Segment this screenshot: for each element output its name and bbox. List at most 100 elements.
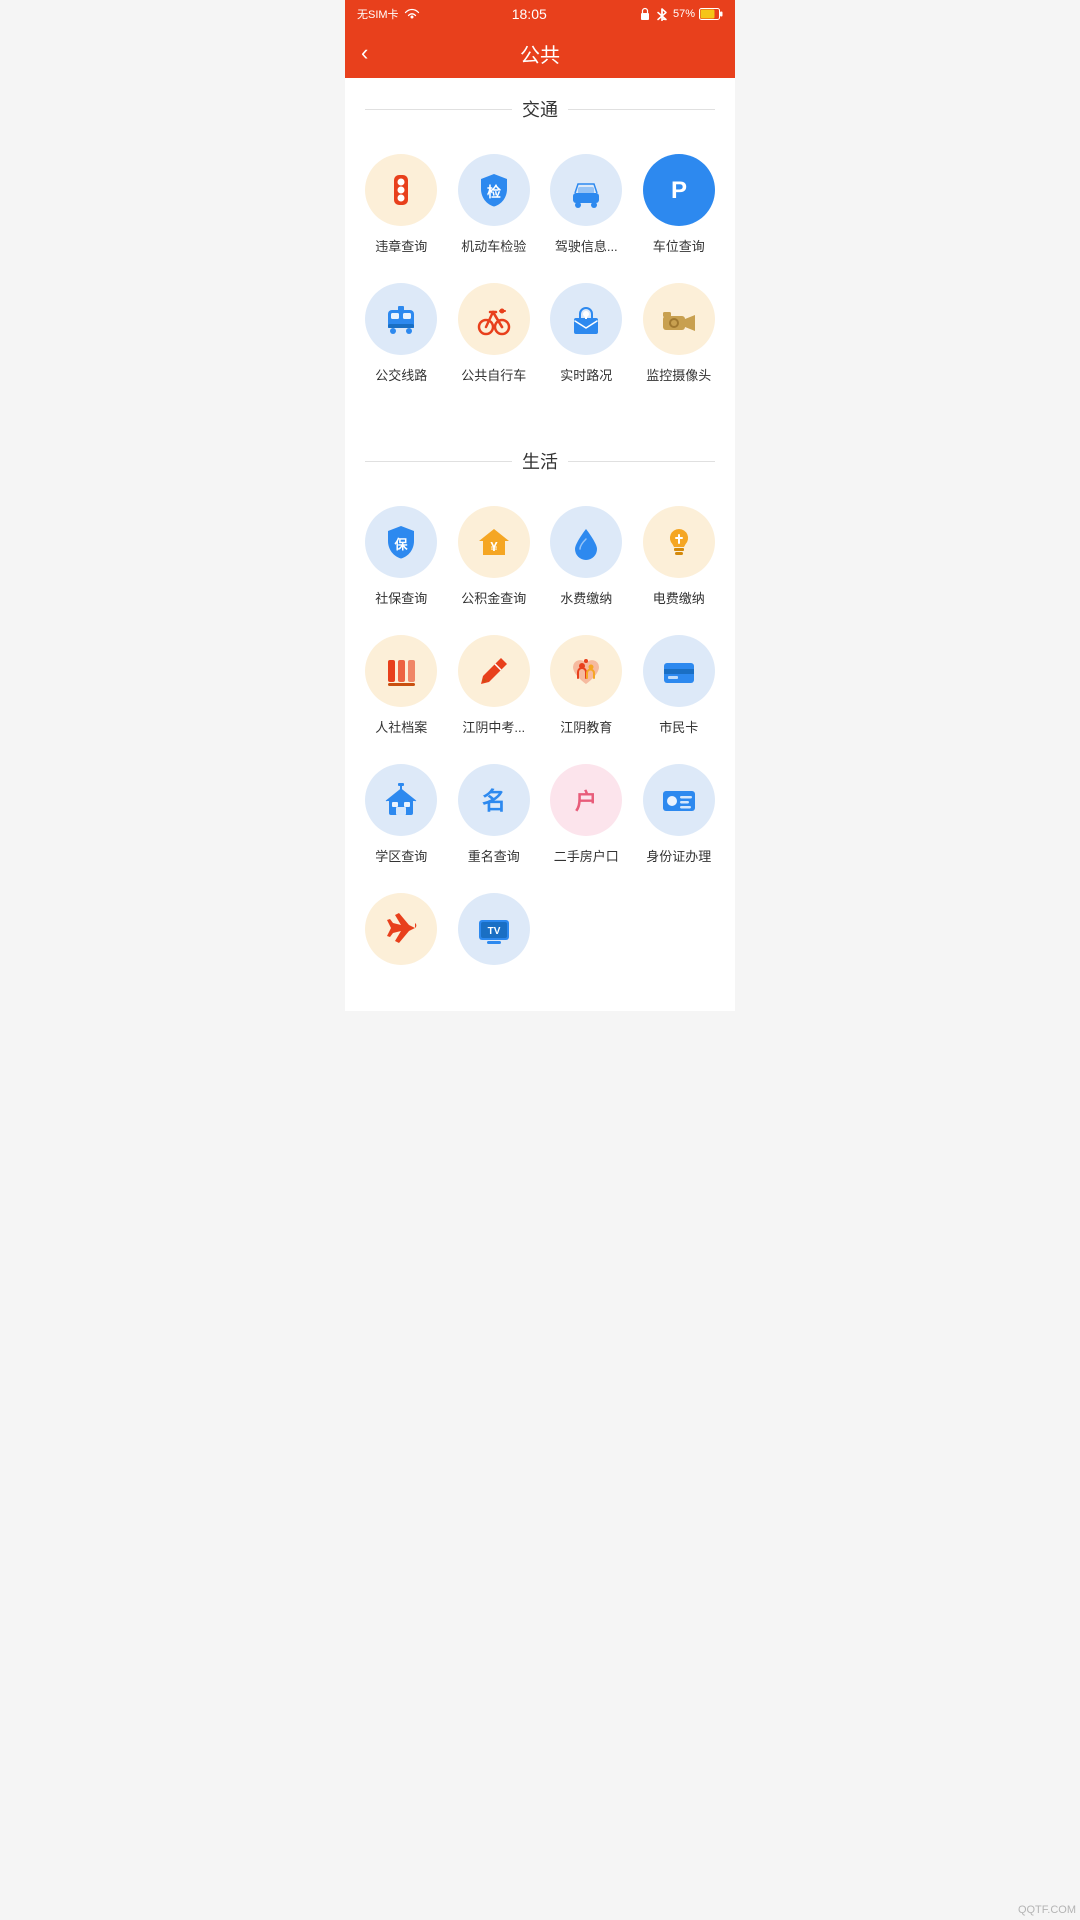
idcard-icon — [658, 779, 700, 821]
carcheck-icon-circle: 检 — [458, 154, 530, 226]
car-icon — [565, 169, 607, 211]
svg-text:名: 名 — [482, 787, 506, 815]
watermark: QQTF.COM — [1018, 1904, 1076, 1916]
list-item[interactable]: 名 重名查询 — [448, 752, 541, 881]
traffic-live-icon-circle — [550, 283, 622, 355]
hrarchive-icon-circle — [365, 635, 437, 707]
wifi-icon — [404, 8, 420, 20]
parking-icon-circle: P — [643, 154, 715, 226]
list-item[interactable]: 公交线路 — [355, 271, 448, 400]
social-label: 社保查询 — [375, 588, 427, 607]
list-item[interactable]: 人社档案 — [355, 623, 448, 752]
page-title: 公共 — [520, 39, 560, 68]
svg-text:保: 保 — [394, 537, 409, 552]
list-item[interactable]: 实时路况 — [540, 271, 633, 400]
list-item[interactable]: 驾驶信息... — [540, 142, 633, 271]
list-item[interactable] — [355, 881, 448, 991]
page-header: ‹ 公共 — [345, 28, 735, 78]
lock-icon — [639, 7, 651, 21]
battery-icon — [699, 8, 723, 20]
no-sim-text: 无SIM卡 — [357, 6, 399, 22]
bicycle-label: 公共自行车 — [461, 365, 526, 384]
list-item[interactable]: 身份证办理 — [633, 752, 726, 881]
schooldistrict-label: 学区查询 — [375, 846, 427, 865]
traffic-grid: 违章查询 检 机动车检验 — [345, 132, 735, 400]
traffic-live-label: 实时路况 — [560, 365, 612, 384]
list-item[interactable]: 保 社保查询 — [355, 494, 448, 623]
tv-icon: TV — [473, 908, 515, 950]
svg-text:检: 检 — [487, 184, 501, 200]
name-char-icon: 名 — [473, 779, 515, 821]
pen-icon — [473, 650, 515, 692]
list-item[interactable]: TV — [448, 881, 541, 991]
traffic-divider-right — [568, 109, 715, 110]
svg-text:户: 户 — [575, 789, 597, 814]
social-security-icon: 保 — [380, 521, 422, 563]
life-divider-left — [365, 461, 512, 462]
list-item[interactable]: 检 机动车检验 — [448, 142, 541, 271]
hrarchive-label: 人社档案 — [375, 717, 427, 736]
list-item[interactable]: 学区查询 — [355, 752, 448, 881]
traffic-title-wrap: 交通 — [345, 78, 735, 132]
water-label: 水费缴纳 — [560, 588, 612, 607]
violation-label: 违章查询 — [375, 236, 427, 255]
bluetooth-icon — [655, 7, 669, 21]
family-icon — [565, 650, 607, 692]
list-item[interactable]: 市民卡 — [633, 623, 726, 752]
exam-label: 江阴中考... — [462, 717, 525, 736]
secondhand-icon-circle: 户 — [550, 764, 622, 836]
camera-label: 监控摄像头 — [646, 365, 711, 384]
electricity-icon-circle — [643, 506, 715, 578]
list-item[interactable]: 公共自行车 — [448, 271, 541, 400]
tv-icon-circle: TV — [458, 893, 530, 965]
svg-text:TV: TV — [487, 926, 500, 937]
list-item[interactable]: 江阴中考... — [448, 623, 541, 752]
map-pin-icon — [565, 298, 607, 340]
status-left: 无SIM卡 — [357, 6, 420, 22]
battery-percent: 57% — [673, 8, 695, 20]
fund-label: 公积金查询 — [461, 588, 526, 607]
life-grid: 保 社保查询 ¥ 公积金查询 — [345, 484, 735, 991]
water-icon-circle — [550, 506, 622, 578]
traffic-light-icon — [380, 169, 422, 211]
svg-text:¥: ¥ — [490, 539, 498, 554]
list-item[interactable]: 江阴教育 — [540, 623, 633, 752]
life-section: 生活 保 社保查询 ¥ — [345, 430, 735, 1011]
books-icon — [380, 650, 422, 692]
bicycle-icon-circle — [458, 283, 530, 355]
svg-text:P: P — [671, 177, 687, 204]
list-item[interactable]: P 车位查询 — [633, 142, 726, 271]
education-label: 江阴教育 — [560, 717, 612, 736]
back-button[interactable]: ‹ — [361, 40, 368, 66]
driveinfo-label: 驾驶信息... — [555, 236, 618, 255]
list-item[interactable]: 户 二手房户口 — [540, 752, 633, 881]
plane-icon — [380, 908, 422, 950]
parking-label: 车位查询 — [653, 236, 705, 255]
namequiry-label: 重名查询 — [468, 846, 520, 865]
bus-icon-circle — [365, 283, 437, 355]
camera-icon-circle — [643, 283, 715, 355]
carcheck-label: 机动车检验 — [461, 236, 526, 255]
water-drop-icon — [565, 521, 607, 563]
education-icon-circle — [550, 635, 622, 707]
school-icon — [380, 779, 422, 821]
citycard-label: 市民卡 — [659, 717, 698, 736]
status-bar: 无SIM卡 18:05 57% — [345, 0, 735, 28]
idcard-icon-circle — [643, 764, 715, 836]
house-yen-icon: ¥ — [473, 521, 515, 563]
life-title-wrap: 生活 — [345, 430, 735, 484]
schooldistrict-icon-circle — [365, 764, 437, 836]
citycard-icon-circle — [643, 635, 715, 707]
list-item[interactable]: 监控摄像头 — [633, 271, 726, 400]
social-icon-circle: 保 — [365, 506, 437, 578]
list-item[interactable]: 电费缴纳 — [633, 494, 726, 623]
status-time: 18:05 — [512, 6, 547, 22]
traffic-section: 交通 违章查询 — [345, 78, 735, 420]
list-item[interactable]: ¥ 公积金查询 — [448, 494, 541, 623]
list-item[interactable]: 违章查询 — [355, 142, 448, 271]
driveinfo-icon-circle — [550, 154, 622, 226]
list-item[interactable]: 水费缴纳 — [540, 494, 633, 623]
shield-check-icon: 检 — [473, 169, 515, 211]
exam-icon-circle — [458, 635, 530, 707]
life-title: 生活 — [522, 448, 558, 474]
